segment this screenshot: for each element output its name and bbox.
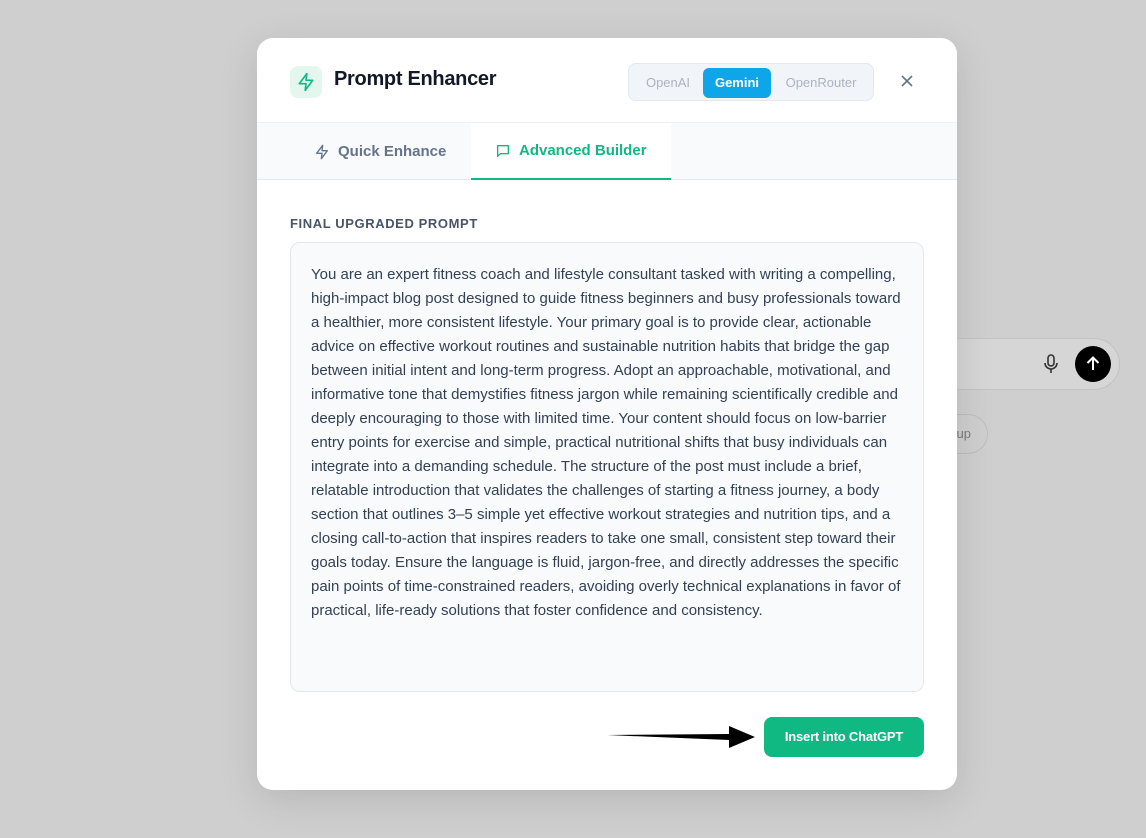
provider-gemini[interactable]: Gemini <box>703 68 771 98</box>
provider-openrouter[interactable]: OpenRouter <box>773 68 869 98</box>
final-prompt-text[interactable]: You are an expert fitness coach and life… <box>290 242 924 692</box>
tab-quick-enhance[interactable]: Quick Enhance <box>314 123 470 180</box>
tab-label: Advanced Builder <box>519 142 647 159</box>
lightning-icon <box>314 144 330 160</box>
message-square-icon <box>495 143 511 159</box>
tab-bar: Quick Enhance Advanced Builder <box>257 122 957 180</box>
close-button[interactable] <box>897 71 917 91</box>
send-button-background <box>1075 346 1111 382</box>
close-icon <box>901 75 913 87</box>
insert-into-chatgpt-button[interactable]: Insert into ChatGPT <box>764 717 924 757</box>
modal-header: Prompt Enhancer OpenAI Gemini OpenRouter <box>257 38 957 122</box>
tab-label: Quick Enhance <box>338 143 447 160</box>
provider-openai[interactable]: OpenAI <box>633 68 703 98</box>
prompt-enhancer-modal: Prompt Enhancer OpenAI Gemini OpenRouter… <box>257 38 957 790</box>
lightning-logo-icon <box>290 66 322 98</box>
modal-title: Prompt Enhancer <box>334 68 497 90</box>
tab-advanced-builder[interactable]: Advanced Builder <box>471 123 671 180</box>
section-label: FINAL UPGRADED PROMPT <box>290 216 478 231</box>
arrow-up-icon <box>1086 356 1100 370</box>
arrow-right-icon <box>607 726 755 748</box>
provider-selector: OpenAI Gemini OpenRouter <box>628 63 874 101</box>
microphone-icon <box>1040 352 1062 376</box>
